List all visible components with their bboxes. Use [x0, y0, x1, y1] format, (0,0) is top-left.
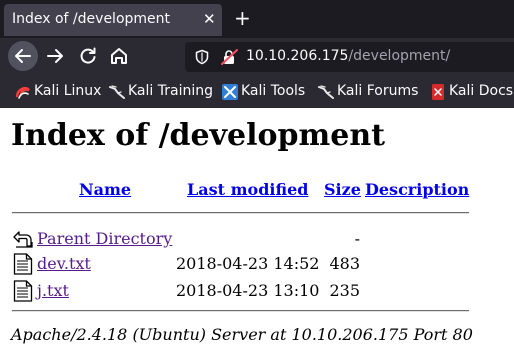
back-arrow-icon	[15, 49, 31, 63]
column-header-description[interactable]: Description	[365, 180, 469, 199]
back-button[interactable]	[8, 41, 38, 71]
parent-directory-link[interactable]: Parent Directory	[37, 229, 172, 248]
tab-title: Index of /development	[12, 11, 171, 27]
kali-docs-icon	[432, 84, 444, 100]
table-row: j.txt 2018-04-23 13:10 235	[0, 280, 514, 302]
server-signature: Apache/2.4.18 (Ubuntu) Server at 10.10.2…	[11, 325, 473, 344]
url-host: 10.10.206.175	[246, 48, 349, 64]
shield-icon[interactable]	[194, 49, 210, 65]
back-folder-icon	[13, 231, 33, 248]
bookmark-label: Kali Tools	[241, 83, 306, 99]
bookmark-label: Kali Docs	[449, 83, 514, 99]
text-file-icon	[13, 280, 33, 302]
file-size: -	[354, 229, 360, 248]
forward-button[interactable]	[40, 41, 70, 71]
file-size: 235	[329, 281, 360, 300]
reload-icon	[80, 47, 96, 64]
column-header-name[interactable]: Name	[79, 180, 131, 199]
home-icon	[111, 48, 127, 64]
tab-bar: Index of /development ✕ +	[0, 0, 514, 38]
page-title: Index of /development	[11, 118, 386, 153]
table-row: dev.txt 2018-04-23 14:52 483	[0, 253, 514, 275]
home-button[interactable]	[104, 41, 134, 71]
kali-dragon-icon	[318, 85, 334, 99]
page-content: Index of /development Name Last modified…	[0, 108, 514, 362]
bookmark-label: Kali Training	[128, 83, 213, 99]
url-path: /development/	[348, 48, 451, 64]
divider	[12, 212, 469, 214]
forward-arrow-icon	[47, 49, 63, 63]
insecure-lock-icon[interactable]	[221, 49, 239, 65]
reload-button[interactable]	[73, 41, 103, 71]
column-header-last-modified[interactable]: Last modified	[187, 180, 308, 199]
divider	[12, 310, 469, 312]
file-link[interactable]: dev.txt	[37, 254, 91, 273]
kali-linux-icon	[15, 87, 30, 99]
file-last-modified: 2018-04-23 13:10	[176, 281, 320, 300]
text-file-icon	[13, 253, 33, 275]
address-bar[interactable]: 10.10.206.175/development/	[185, 42, 514, 72]
navigation-toolbar: 10.10.206.175/development/	[0, 38, 514, 76]
file-last-modified: 2018-04-23 14:52	[176, 254, 320, 273]
bookmarks-toolbar: Kali Linux Kali Training Kali Tools Kali…	[0, 76, 514, 108]
close-icon[interactable]: ✕	[203, 10, 216, 28]
column-header-size[interactable]: Size	[324, 180, 361, 199]
file-size: 483	[329, 254, 360, 273]
file-link[interactable]: j.txt	[37, 281, 69, 300]
bookmark-label: Kali Forums	[337, 83, 419, 99]
kali-tools-icon	[222, 84, 238, 100]
new-tab-button[interactable]: +	[234, 8, 251, 28]
kali-dragon-icon	[109, 85, 125, 99]
bookmark-label: Kali Linux	[34, 83, 102, 99]
table-row-parent: Parent Directory -	[0, 228, 514, 250]
tab-active[interactable]: Index of /development ✕	[4, 4, 222, 36]
url-text[interactable]: 10.10.206.175/development/	[246, 48, 450, 64]
